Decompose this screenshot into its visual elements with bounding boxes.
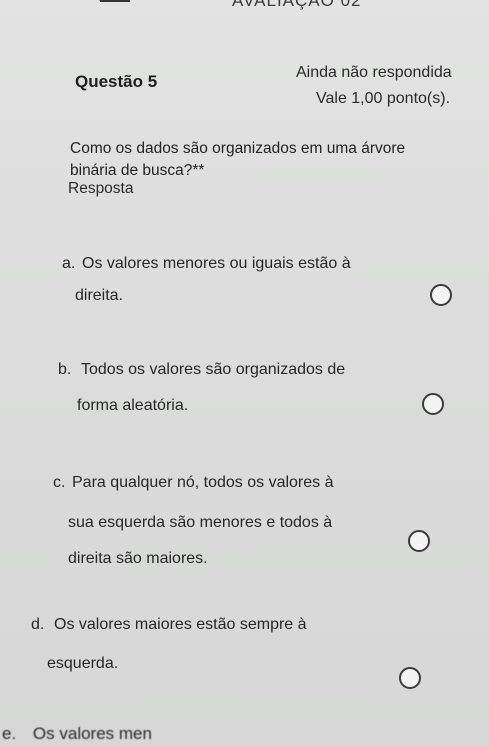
option-text-line[interactable]: esquerda.	[47, 644, 118, 684]
option-text-line[interactable]: sua esquerda são menores e todos à	[68, 503, 332, 543]
option-letter: e.	[2, 724, 17, 743]
option-text-line[interactable]: Os valores maiores estão sempre à	[54, 605, 307, 645]
answer-label: Resposta	[68, 180, 134, 197]
question-number: Questão 5	[75, 72, 158, 91]
option-letter: a.	[62, 255, 76, 272]
option-letter: b.	[58, 361, 72, 378]
page-title: AVALIAÇÃO 02	[232, 0, 362, 10]
arrow-left-icon[interactable]	[98, 0, 132, 8]
option-text-line[interactable]: direita são maiores.	[68, 539, 208, 579]
radio-unchecked-icon[interactable]	[399, 667, 421, 689]
question-text-line: binária de busca?**	[70, 162, 205, 179]
radio-unchecked-icon[interactable]	[422, 393, 444, 415]
question-text: Como os dados são organizados em uma árv…	[70, 138, 480, 182]
option-text-line[interactable]: forma aleatória.	[77, 386, 188, 426]
option-text-line[interactable]: Os valores men	[33, 724, 152, 743]
question-points: Vale 1,00 ponto(s).	[316, 90, 451, 107]
question-status: Ainda não respondida	[296, 64, 452, 81]
option-text-line[interactable]: Todos os valores são organizados de	[81, 350, 345, 390]
option-text-line[interactable]: direita.	[75, 276, 123, 316]
option-text-line[interactable]: Para qualquer nó, todos os valores à	[72, 463, 334, 503]
option-e[interactable]: e. Os valores men	[2, 724, 152, 744]
option-letter: d.	[31, 616, 45, 633]
question-text-line: Como os dados são organizados em uma árv…	[70, 140, 406, 157]
radio-unchecked-icon[interactable]	[430, 284, 452, 306]
radio-unchecked-icon[interactable]	[408, 530, 430, 552]
option-letter: c.	[53, 474, 66, 491]
top-bar: AVALIAÇÃO 02	[0, 0, 489, 22]
